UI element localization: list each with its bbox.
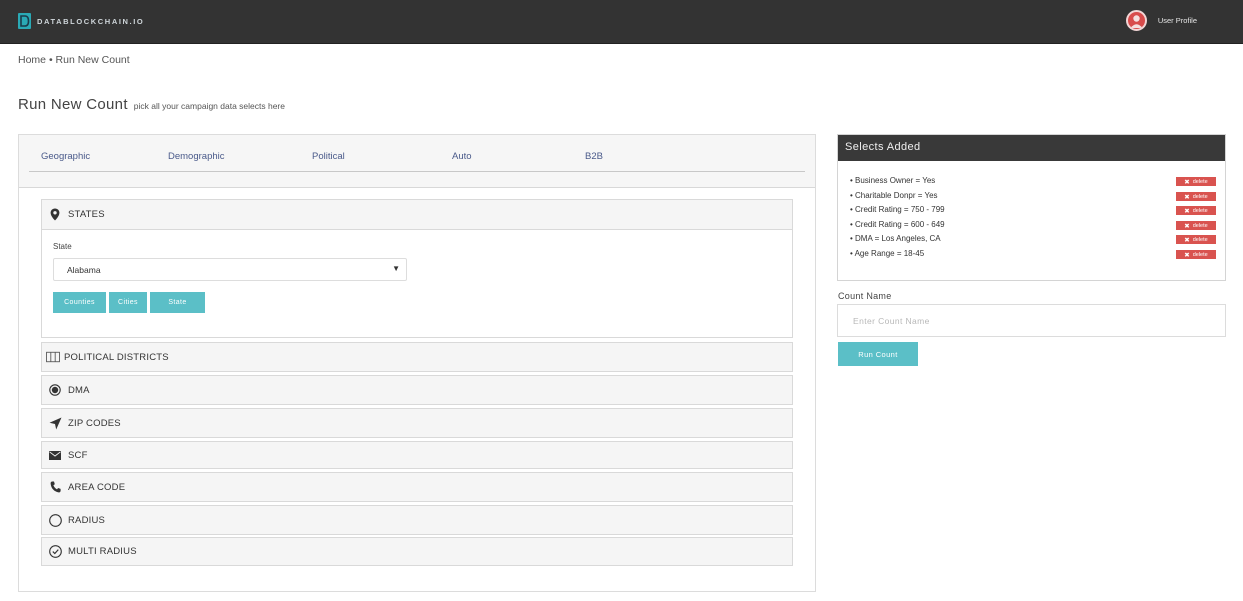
decorative-fade — [1040, 540, 1243, 601]
list-item: • Credit Rating = 600 - 649 ✖ delete — [850, 219, 1216, 233]
logo-mark-icon — [18, 13, 31, 29]
delete-label: delete — [1192, 193, 1208, 200]
delete-label: delete — [1192, 222, 1208, 229]
list-item: • Business Owner = Yes ✖ delete — [850, 175, 1216, 189]
count-name-label: Count Name — [838, 291, 892, 301]
breadcrumb-separator: • — [48, 54, 53, 66]
accordion-radius[interactable]: RADIUS — [41, 505, 793, 535]
close-icon: ✖ — [1184, 178, 1190, 186]
page-subtitle: pick all your campaign data selects here — [133, 101, 285, 111]
counties-button[interactable]: Counties — [53, 292, 106, 313]
state-field-label: State — [53, 242, 72, 251]
accordion-scf[interactable]: SCF — [41, 441, 793, 469]
tab-geographic[interactable]: Geographic — [41, 151, 90, 162]
radio-dot-icon — [48, 383, 62, 397]
breadcrumb-current: Run New Count — [55, 54, 130, 66]
accordion-states-label: STATES — [68, 209, 105, 220]
run-count-button[interactable]: Run Count — [838, 342, 918, 366]
user-profile-label: User Profile — [1157, 15, 1197, 25]
accordion-dma-label: DMA — [68, 384, 90, 396]
breadcrumb: Home • Run New Count — [18, 54, 130, 66]
delete-button[interactable]: ✖ delete — [1176, 250, 1216, 259]
check-circle-icon — [48, 545, 62, 559]
chevron-down-icon: ▼ — [392, 264, 400, 273]
close-icon: ✖ — [1184, 251, 1190, 259]
close-icon: ✖ — [1184, 193, 1190, 201]
list-item: • Credit Rating = 750 - 799 ✖ delete — [850, 204, 1216, 218]
accordion-dma[interactable]: DMA — [41, 375, 793, 405]
states-panel-body: State Alabama ▼ Counties Cities State — [41, 230, 793, 338]
avatar-icon — [1125, 9, 1147, 31]
accordion-political-districts[interactable]: POLITICAL DISTRICTS — [41, 342, 793, 372]
select-item-text: • Credit Rating = 750 - 799 — [850, 205, 945, 214]
accordion-radius-label: RADIUS — [68, 514, 106, 526]
state-select-value: Alabama — [67, 265, 101, 275]
select-item-text: • Credit Rating = 600 - 649 — [850, 220, 945, 229]
close-icon: ✖ — [1184, 236, 1190, 244]
close-icon: ✖ — [1184, 222, 1190, 230]
select-item-text: • Business Owner = Yes — [850, 176, 936, 185]
accordion-area-code[interactable]: AREA CODE — [41, 472, 793, 502]
breadcrumb-home-link[interactable]: Home — [18, 54, 46, 66]
delete-button[interactable]: ✖ delete — [1176, 177, 1216, 186]
category-tabs: Geographic Demographic Political Auto B2… — [19, 135, 815, 188]
select-item-text: • Age Range = 18-45 — [850, 249, 925, 258]
state-button[interactable]: State — [150, 292, 205, 313]
tab-demographic[interactable]: Demographic — [168, 151, 225, 162]
accordion-area-code-label: AREA CODE — [68, 481, 126, 493]
circle-icon — [48, 513, 62, 527]
list-item: • Charitable Donpr = Yes ✖ delete — [850, 190, 1216, 204]
cities-button[interactable]: Cities — [109, 292, 147, 313]
delete-button[interactable]: ✖ delete — [1176, 221, 1216, 230]
close-icon: ✖ — [1184, 207, 1190, 215]
count-name-input[interactable] — [837, 304, 1226, 337]
selects-added-panel: Selects Added • Business Owner = Yes ✖ de… — [837, 134, 1226, 281]
list-item: • Age Range = 18-45 ✖ delete — [850, 248, 1216, 262]
phone-icon — [48, 480, 62, 494]
map-pin-icon — [48, 208, 62, 222]
list-item: • DMA = Los Angeles, CA ✖ delete — [850, 233, 1216, 247]
top-navbar: DATABLOCKCHAIN.IO User Profile — [0, 0, 1243, 44]
tab-auto[interactable]: Auto — [452, 151, 472, 162]
delete-label: delete — [1192, 236, 1208, 243]
delete-label: delete — [1192, 207, 1208, 214]
state-select[interactable]: Alabama ▼ — [53, 258, 407, 281]
tabs-divider — [29, 171, 805, 172]
brand-logo[interactable]: DATABLOCKCHAIN.IO — [18, 12, 144, 30]
tab-political[interactable]: Political — [312, 151, 345, 162]
envelope-icon — [48, 448, 62, 462]
accordion-multi-radius[interactable]: MULTI RADIUS — [41, 537, 793, 566]
page-header: Run New Count pick all your campaign dat… — [18, 96, 285, 113]
accordion-zip-codes-label: ZIP CODES — [68, 417, 121, 429]
delete-label: delete — [1192, 178, 1208, 185]
select-item-text: • Charitable Donpr = Yes — [850, 191, 938, 200]
accordion-zip-codes[interactable]: ZIP CODES — [41, 408, 793, 438]
tab-b2b[interactable]: B2B — [585, 151, 603, 162]
delete-button[interactable]: ✖ delete — [1176, 235, 1216, 244]
accordion-scf-label: SCF — [68, 449, 88, 461]
delete-button[interactable]: ✖ delete — [1176, 192, 1216, 201]
selects-added-header: Selects Added — [838, 135, 1225, 161]
delete-button[interactable]: ✖ delete — [1176, 206, 1216, 215]
user-profile-menu[interactable]: User Profile — [1125, 9, 1197, 31]
delete-label: delete — [1192, 251, 1208, 258]
accordion-multi-radius-label: MULTI RADIUS — [68, 546, 137, 557]
accordion-states[interactable]: STATES — [41, 199, 793, 230]
navigation-arrow-icon — [48, 416, 62, 430]
selects-builder-panel: Geographic Demographic Political Auto B2… — [18, 134, 816, 592]
selects-added-title: Selects Added — [845, 141, 921, 153]
map-icon — [46, 350, 60, 364]
accordion-political-districts-label: POLITICAL DISTRICTS — [64, 351, 169, 363]
select-item-text: • DMA = Los Angeles, CA — [850, 234, 941, 243]
logo-text: DATABLOCKCHAIN.IO — [37, 16, 145, 26]
page-title: Run New Count — [18, 96, 128, 113]
